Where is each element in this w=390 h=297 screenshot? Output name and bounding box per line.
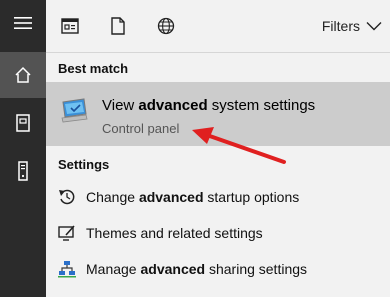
home-icon [15,66,31,83]
setting-label: Manage advanced sharing settings [86,261,307,277]
notebook-icon [16,114,30,132]
home-button[interactable] [0,52,46,98]
tower-icon [18,161,28,181]
setting-result-startup[interactable]: Change advanced startup options [46,180,390,216]
setting-result-sharing[interactable]: Manage advanced sharing settings [46,252,390,288]
left-rail [0,0,46,297]
web-icon [157,17,175,35]
apps-filter-button[interactable] [60,16,80,36]
red-arrow-annotation [192,127,286,164]
search-filter-toolbar: Filters [46,0,390,52]
settings-header: Settings [58,157,110,172]
network-sharing-icon [58,261,76,278]
label-text-start: Change [86,189,139,205]
setting-result-themes[interactable]: Themes and related settings [46,216,390,252]
filters-label: Filters [321,18,360,34]
tower-button[interactable] [0,148,46,194]
chevron-down-icon [366,22,382,31]
label-text-start: Themes and related settings [86,225,263,241]
notebook-button[interactable] [0,100,46,146]
hamburger-menu-icon [14,17,32,29]
documents-icon [111,17,125,35]
menu-button[interactable] [0,0,46,46]
documents-filter-button[interactable] [108,16,128,36]
restart-icon [59,189,75,205]
toolbar-divider [46,52,390,53]
filters-dropdown[interactable]: Filters [322,16,382,36]
title-text-end: system settings [207,97,316,114]
best-match-subtitle: Control panel [102,121,180,136]
label-text-highlight: advanced [140,261,206,277]
apps-icon [61,18,79,34]
system-settings-icon [61,98,88,123]
setting-label: Themes and related settings [86,225,263,241]
label-text-end: startup options [203,189,300,205]
label-text-start: Manage [86,261,141,277]
best-match-title: View advanced system settings [102,97,315,114]
label-text-end: sharing settings [205,261,308,277]
themes-icon [58,225,75,241]
best-match-header: Best match [58,61,129,76]
web-filter-button[interactable] [156,16,176,36]
label-text-highlight: advanced [138,189,204,205]
title-text-start: View [102,97,139,114]
setting-label: Change advanced startup options [86,189,299,205]
title-text-highlight: advanced [138,97,208,114]
